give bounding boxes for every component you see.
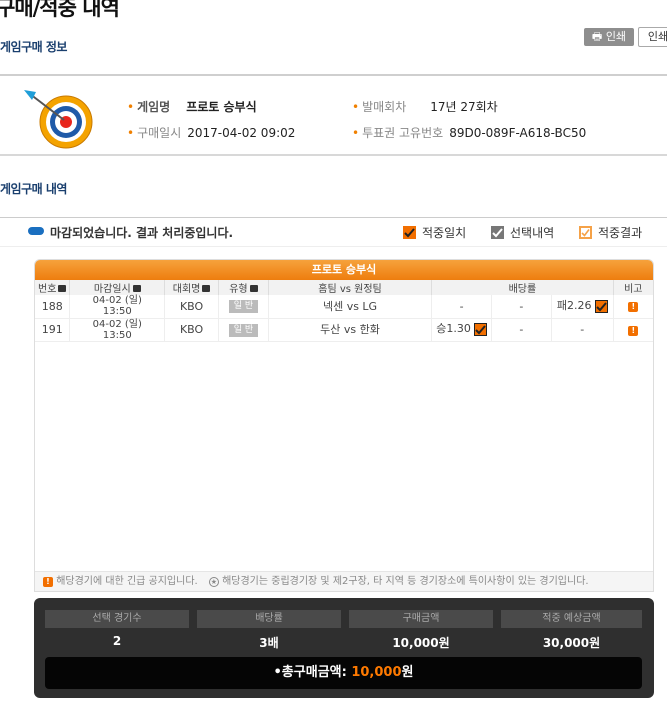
col-match: 홈팀 vs 원정팀 bbox=[268, 280, 433, 295]
summary-head-odds: 배당률 bbox=[197, 610, 341, 628]
col-league[interactable]: 대회명 bbox=[164, 280, 219, 295]
round-label: 발매회차 bbox=[362, 100, 407, 114]
col-type[interactable]: 유형 bbox=[218, 280, 269, 295]
total-amount: •총구매금액: 10,000원 bbox=[45, 657, 642, 689]
sort-icon bbox=[58, 285, 67, 292]
panel-title: 프로토 승부식 bbox=[35, 260, 653, 280]
purchase-date-label: 구매일시 bbox=[137, 126, 182, 140]
summary-count: 2 bbox=[112, 634, 122, 648]
legend-result: 적중결과 bbox=[579, 224, 642, 241]
sort-icon bbox=[202, 285, 211, 292]
sort-icon bbox=[132, 285, 141, 292]
round-value: 17년 27회차 bbox=[430, 100, 498, 114]
status-indicator-icon bbox=[28, 227, 44, 235]
star-icon: ★ bbox=[208, 577, 219, 587]
summary-panel: 선택 경기수 배당률 구매금액 적중 예상금액 2 3배 10,000원 30,… bbox=[34, 598, 654, 698]
purchase-detail-title: 게임구매 내역 bbox=[0, 182, 67, 196]
legend-match: 적중일치 bbox=[403, 224, 466, 241]
game-info-title: 게임구매 정보 bbox=[0, 40, 67, 54]
notice-icon[interactable]: ! bbox=[628, 302, 639, 313]
panel-footnote: ! 해당경기에 대한 긴급 공지입니다. ★ 해당경기는 중립경기장 및 제2구… bbox=[35, 571, 653, 591]
game-name-label: 게임명 bbox=[137, 100, 171, 114]
type-badge: 일 반 bbox=[228, 300, 259, 314]
summary-head-amount: 구매금액 bbox=[349, 610, 493, 628]
checkbox-outline-icon bbox=[579, 226, 592, 239]
purchase-date-value: 2017-04-02 09:02 bbox=[187, 126, 296, 140]
selected-checkbox-icon bbox=[594, 299, 608, 313]
legend-selection: 선택내역 bbox=[491, 224, 554, 241]
summary-head-expected: 적중 예상금액 bbox=[501, 610, 642, 628]
status-bar: 마감되었습니다. 결과 처리중입니다. 적중일치 선택내역 적중결과 bbox=[0, 217, 667, 247]
summary-odds: 3배 bbox=[259, 636, 279, 650]
selected-checkbox-icon bbox=[473, 323, 487, 336]
summary-amount: 10,000원 bbox=[392, 636, 450, 650]
game-info-box: • 게임명 프로토 승부식 • 발매회차 17년 27회차 • 구매일시 2017-04-0… bbox=[0, 74, 667, 156]
game-name-value: 프로토 승부식 bbox=[186, 100, 257, 114]
game-list-panel: 프로토 승부식 번호 마감일시 대회명 유형 홈팀 vs 원정팀 배당률 비고 … bbox=[34, 259, 654, 592]
col-number[interactable]: 번호 bbox=[35, 280, 71, 295]
col-deadline[interactable]: 마감일시 bbox=[69, 280, 166, 295]
col-note: 비고 bbox=[613, 280, 653, 295]
table-row: 188 04-02 (일) 13:50 KBO 일 반 넥센 vs LG - - … bbox=[35, 295, 653, 319]
game-table: 번호 마감일시 대회명 유형 홈팀 vs 원정팀 배당률 비고 188 04-0… bbox=[35, 280, 653, 342]
checkbox-gray-icon bbox=[491, 226, 504, 239]
ticket-id-label: 투표권 고유번호 bbox=[362, 126, 444, 140]
type-badge: 일 반 bbox=[228, 323, 259, 337]
page-title: 구매/적중 내역 bbox=[0, 0, 120, 20]
ticket-id-value: 89D0-089F-A618-BC50 bbox=[449, 126, 587, 140]
print-button-alt[interactable]: 인쇄 bbox=[638, 27, 667, 47]
summary-expected: 30,000원 bbox=[542, 636, 601, 650]
checkbox-orange-icon bbox=[403, 226, 416, 239]
sort-icon bbox=[249, 285, 258, 292]
target-icon bbox=[24, 90, 93, 149]
print-button[interactable]: 🖶 인쇄 bbox=[584, 28, 634, 46]
summary-head-count: 선택 경기수 bbox=[45, 610, 189, 628]
urgent-notice-icon: ! bbox=[43, 577, 53, 587]
status-text: 마감되었습니다. 결과 처리중입니다. bbox=[50, 226, 234, 240]
col-odds: 배당률 bbox=[431, 280, 614, 295]
notice-icon[interactable]: ! bbox=[628, 325, 639, 336]
table-row: 191 04-02 (일) 13:50 KBO 일 반 두산 vs 한화 승1.3… bbox=[35, 318, 653, 342]
printer-icon: 🖶 bbox=[591, 30, 603, 43]
